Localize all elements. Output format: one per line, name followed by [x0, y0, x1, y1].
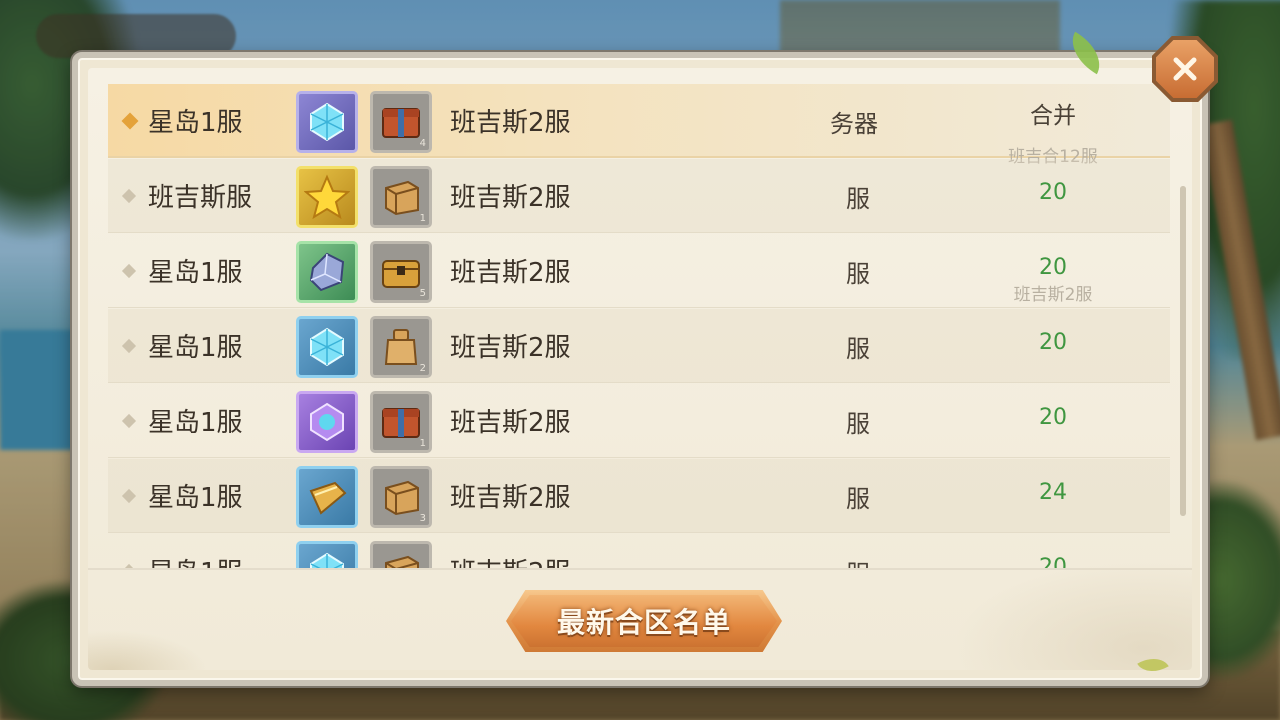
server-type-label: 服	[846, 485, 870, 513]
merge-value: 24	[1039, 480, 1067, 505]
dialog-body: 星岛1服 4 班吉斯2服 务器 合并 班吉合12服 班吉斯服 1 班吉斯2服服 20 星岛1服 5 班吉…	[88, 68, 1192, 670]
reward-item-slot[interactable]	[296, 166, 358, 228]
server-type-label: 服	[846, 260, 870, 288]
gold-star-icon	[299, 169, 355, 225]
list-row[interactable]: 星岛1服 3 班吉斯2服 服 24	[108, 459, 1170, 533]
footer-leaf-decoration-right	[952, 560, 1192, 670]
diamond-bullet-icon	[121, 413, 137, 429]
reward-item-slot[interactable]: 1	[370, 391, 432, 453]
wooden-crate-icon	[373, 544, 429, 568]
reward-item-slot[interactable]	[370, 541, 432, 568]
list-row[interactable]: 星岛1服 1 班吉斯2服 服 20	[108, 384, 1170, 458]
scrollbar-track[interactable]	[1180, 186, 1186, 516]
server-name: 星岛1服	[148, 483, 243, 513]
server-name: 星岛1服	[148, 552, 243, 568]
reward-item-slot[interactable]: 5	[370, 241, 432, 303]
reward-item-slot[interactable]: 3	[370, 466, 432, 528]
target-server-name: 班吉斯2服	[450, 183, 571, 213]
merged-server-subtitle: 班吉斯2服	[1013, 285, 1093, 305]
reward-item-slot[interactable]	[296, 391, 358, 453]
close-icon	[1173, 57, 1197, 81]
reward-item-slot[interactable]	[296, 316, 358, 378]
server-merge-dialog: 星岛1服 4 班吉斯2服 务器 合并 班吉合12服 班吉斯服 1 班吉斯2服服 20 星岛1服 5 班吉…	[72, 52, 1208, 686]
reward-item-slot[interactable]: 1	[370, 166, 432, 228]
list-row[interactable]: 星岛1服 2 班吉斯2服 服 20	[108, 309, 1170, 383]
server-type-label: 服	[846, 410, 870, 438]
blue-crystal-icon	[299, 94, 355, 150]
merge-value: 20	[1039, 255, 1067, 280]
target-server-name: 班吉斯2服	[450, 108, 571, 138]
server-type-label: 服	[798, 554, 918, 568]
button-label: 最新合区名单	[556, 606, 731, 639]
server-name: 星岛1服	[148, 108, 243, 138]
reward-item-slot[interactable]: 4	[370, 91, 432, 153]
diamond-bullet-icon	[121, 188, 137, 204]
item-count: 5	[419, 288, 426, 299]
target-server-name: 班吉斯2服	[450, 333, 571, 363]
diamond-bullet-icon	[121, 112, 139, 130]
item-count: 1	[419, 213, 426, 224]
list-row[interactable]: 星岛1服 5 班吉斯2服 服 20 班吉斯2服	[108, 234, 1170, 308]
reward-item-slot[interactable]: 2	[370, 316, 432, 378]
merge-label: 合并	[1030, 103, 1076, 129]
server-name: 星岛1服	[148, 258, 243, 288]
diamond-bullet-icon	[121, 338, 137, 354]
item-count: 4	[419, 138, 426, 149]
server-type-label: 务器	[830, 110, 878, 138]
server-list[interactable]: 星岛1服 4 班吉斯2服 务器 合并 班吉合12服 班吉斯服 1 班吉斯2服服 20 星岛1服 5 班吉…	[108, 84, 1170, 568]
merge-value: 20	[1039, 330, 1067, 355]
reward-item-slot[interactable]	[296, 466, 358, 528]
reward-item-slot[interactable]	[296, 541, 358, 568]
diamond-bullet-icon	[121, 488, 137, 504]
gold-book-icon	[299, 469, 355, 525]
merge-value: 20	[1039, 180, 1067, 205]
server-name: 班吉斯服	[148, 183, 253, 213]
item-count: 1	[419, 438, 426, 449]
server-type-label: 服	[846, 335, 870, 363]
target-server-name: 班吉斯2服	[450, 258, 571, 288]
scrollbar-thumb[interactable]	[1180, 186, 1186, 516]
server-name: 星岛1服	[148, 408, 243, 438]
server-type-label: 服	[846, 185, 870, 213]
server-name: 星岛1服	[148, 333, 243, 363]
diamond-bullet-icon	[121, 263, 137, 279]
item-count: 3	[419, 513, 426, 524]
list-row[interactable]: 班吉斯服 1 班吉斯2服 服 20	[108, 159, 1170, 233]
purple-gem-icon	[299, 394, 355, 450]
reward-item-slot[interactable]	[296, 91, 358, 153]
target-server-name: 班吉斯2服	[450, 552, 571, 568]
item-count: 2	[419, 363, 426, 374]
target-server-name: 班吉斯2服	[450, 408, 571, 438]
silver-gem-icon	[299, 244, 355, 300]
blue-crystal-icon	[299, 319, 355, 375]
list-row-selected[interactable]: 星岛1服 4 班吉斯2服 务器 合并 班吉合12服	[108, 84, 1170, 167]
reward-item-slot[interactable]	[296, 241, 358, 303]
latest-merge-list-button[interactable]: 最新合区名单	[506, 590, 782, 652]
close-button[interactable]	[1152, 36, 1218, 102]
target-server-name: 班吉斯2服	[450, 483, 571, 513]
blue-crystal-icon	[299, 544, 355, 568]
merge-value: 20	[1039, 405, 1067, 430]
footer-leaf-decoration-left	[88, 630, 208, 670]
